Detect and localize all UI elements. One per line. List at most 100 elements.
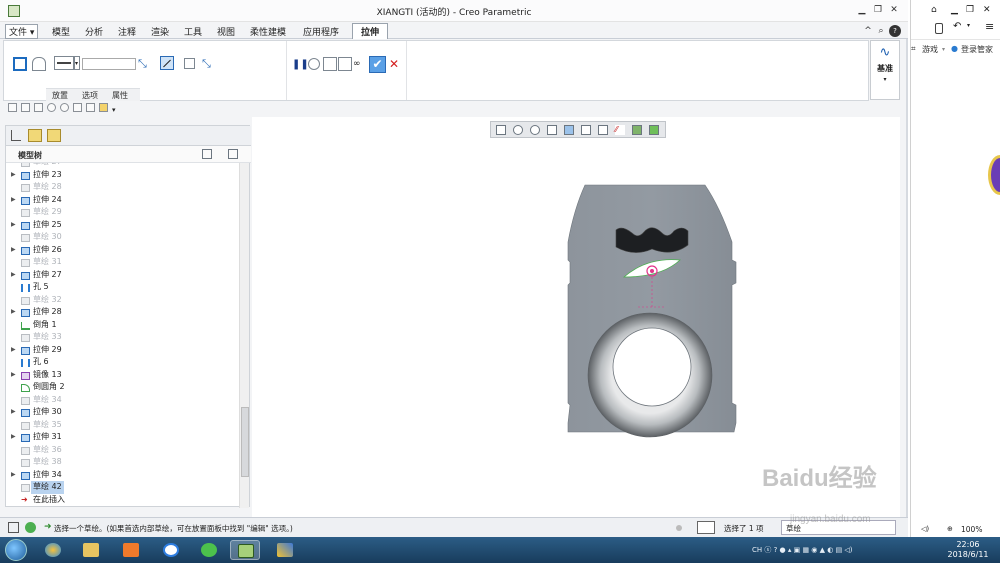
save-icon[interactable]	[34, 103, 43, 112]
zoom-level[interactable]: 100%	[961, 525, 982, 534]
tree-settings-icon[interactable]	[202, 149, 212, 159]
expand-arrow-icon[interactable]: ▶	[11, 469, 16, 482]
redo-icon[interactable]	[60, 103, 69, 112]
minimize-browser-button[interactable]: ▁	[951, 5, 958, 15]
detached-preview-icon[interactable]	[338, 57, 352, 71]
confirm-check-button[interactable]: ✔	[369, 56, 386, 73]
tab-annotate[interactable]: 注释	[118, 25, 136, 38]
new-file-icon[interactable]	[8, 103, 17, 112]
close-browser-button[interactable]: ✕	[983, 5, 991, 15]
tree-item[interactable]: ▶ 拉伸 29	[6, 344, 240, 357]
taskbar-explorer[interactable]	[76, 540, 106, 560]
tree-item[interactable]: 草绘 36	[6, 444, 240, 457]
expand-arrow-icon[interactable]: ▶	[11, 269, 16, 282]
close-button[interactable]: ✕	[888, 4, 900, 16]
depth-value-input[interactable]	[82, 58, 136, 70]
tree-item[interactable]: ▶ 拉伸 26	[6, 244, 240, 257]
tree-item[interactable]: 草绘 42	[6, 481, 240, 494]
expand-arrow-icon[interactable]: ▶	[11, 306, 16, 319]
tab-applications[interactable]: 应用程序	[303, 25, 339, 38]
restore-browser-button[interactable]: ❐	[966, 5, 974, 15]
tree-item[interactable]: 倒角 1	[6, 319, 240, 332]
remove-material-icon[interactable]	[160, 56, 174, 70]
tab-render[interactable]: 渲染	[151, 25, 169, 38]
expand-arrow-icon[interactable]: ▶	[11, 406, 16, 419]
tree-item[interactable]: 草绘 35	[6, 419, 240, 432]
start-button[interactable]	[5, 539, 27, 561]
display-style-icon[interactable]	[564, 125, 574, 135]
zoom-in-icon[interactable]	[513, 125, 523, 135]
insert-here-marker[interactable]: ➜ 在此插入	[6, 494, 240, 507]
show-navigator-icon[interactable]	[8, 522, 19, 533]
restore-button[interactable]: ❐	[872, 4, 884, 16]
tab-analysis[interactable]: 分析	[85, 25, 103, 38]
repaint-icon[interactable]	[547, 125, 557, 135]
system-tray[interactable]: CH ⓢ ? ● ▴ ▣ ▦ ◉ ▲ ◐ ▤ ◁)	[752, 545, 853, 555]
saved-orientations-icon[interactable]	[581, 125, 591, 135]
tree-item[interactable]: 草绘 38	[6, 456, 240, 469]
undo-icon[interactable]: ↶	[953, 21, 961, 32]
sketch-view-icon[interactable]	[649, 125, 659, 135]
taskbar-green-app[interactable]	[194, 540, 224, 560]
depth-option-icon[interactable]	[54, 56, 74, 70]
tree-item[interactable]: ▶ 拉伸 27	[6, 269, 240, 282]
annotation-display-icon[interactable]	[632, 125, 642, 135]
chevron-down-icon[interactable]: ▾	[942, 46, 945, 53]
graphics-area[interactable]	[252, 117, 900, 517]
customize-dropdown-icon[interactable]: ▾	[112, 106, 116, 114]
smart-select-icon[interactable]	[697, 521, 715, 534]
zoom-out-icon[interactable]	[530, 125, 540, 135]
attached-preview-icon[interactable]	[323, 57, 337, 71]
tree-scrollbar-thumb[interactable]	[241, 407, 249, 477]
minimize-button[interactable]: ▁	[856, 4, 868, 16]
shirt-skin-icon[interactable]: ⌂	[931, 5, 937, 15]
pause-button[interactable]: ❚❚	[292, 59, 309, 73]
collapse-ribbon-icon[interactable]: ^	[862, 25, 874, 37]
windows-icon[interactable]	[86, 103, 95, 112]
tree-item[interactable]: ▶ 拉伸 34	[6, 469, 240, 482]
tree-item[interactable]: ▶ 拉伸 23	[6, 169, 240, 182]
mobile-icon[interactable]	[935, 23, 943, 34]
tree-item[interactable]: 草绘 29	[6, 206, 240, 219]
flip-material-icon[interactable]: ⤡	[202, 57, 216, 71]
expand-arrow-icon[interactable]: ▶	[11, 369, 16, 382]
tab-options[interactable]: 选项	[82, 90, 98, 101]
tree-item[interactable]: 草绘 30	[6, 231, 240, 244]
flip-direction-icon[interactable]: ⤡	[138, 57, 152, 71]
extrude-surface-icon[interactable]	[32, 57, 46, 71]
open-file-icon[interactable]	[21, 103, 30, 112]
tree-item[interactable]: 草绘 32	[6, 294, 240, 307]
cancel-x-button[interactable]: ✕	[389, 57, 403, 71]
datum-display-icon[interactable]: ⁄⁄	[615, 125, 625, 135]
tree-item[interactable]: ▶ 拉伸 30	[6, 406, 240, 419]
tab-view[interactable]: 视图	[217, 25, 235, 38]
favorites-tab-icon[interactable]	[47, 129, 61, 142]
undo-dropdown-icon[interactable]: ▾	[967, 22, 970, 29]
tree-item[interactable]: 倒圆角 2	[6, 381, 240, 394]
bookmark-login[interactable]: 登录管家	[961, 44, 993, 55]
tree-item[interactable]: 孔 6	[6, 356, 240, 369]
part-model-view[interactable]	[252, 117, 900, 517]
taskbar-paint[interactable]	[270, 540, 300, 560]
tree-item[interactable]: 孔 5	[6, 281, 240, 294]
taskbar-creo[interactable]	[230, 540, 260, 560]
expand-arrow-icon[interactable]: ▶	[11, 344, 16, 357]
tab-tools[interactable]: 工具	[184, 25, 202, 38]
no-preview-icon[interactable]	[308, 58, 320, 70]
tree-scrollbar[interactable]	[239, 163, 249, 508]
tab-flexible-modeling[interactable]: 柔性建模	[250, 25, 286, 38]
tree-item[interactable]: ▶ 拉伸 28	[6, 306, 240, 319]
model-tree-tab-icon[interactable]	[11, 130, 21, 141]
expand-arrow-icon[interactable]: ▶	[11, 244, 16, 257]
expand-arrow-icon[interactable]: ▶	[11, 169, 16, 182]
regenerate-icon[interactable]	[73, 103, 82, 112]
verify-icon[interactable]: ∞	[353, 59, 367, 73]
search-icon[interactable]: ⌕	[875, 25, 887, 37]
tree-show-icon[interactable]	[228, 149, 238, 159]
menu-icon[interactable]: ≡	[985, 20, 994, 33]
tree-item[interactable]: 草绘 28	[6, 181, 240, 194]
clock[interactable]: 22:06 2018/6/11	[940, 540, 996, 560]
tab-placement[interactable]: 放置	[52, 90, 68, 101]
view-manager-icon[interactable]	[598, 125, 608, 135]
extrude-solid-icon[interactable]	[13, 57, 27, 71]
